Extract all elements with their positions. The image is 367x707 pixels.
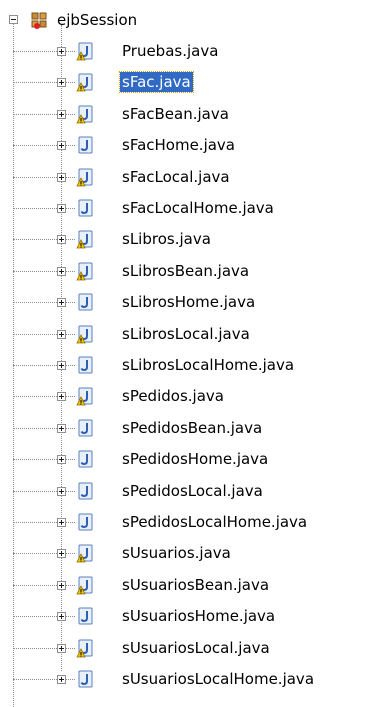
tree-node-file[interactable]: sLibros.java bbox=[0, 228, 367, 252]
tree-node-file[interactable]: sUsuariosBean.java bbox=[0, 574, 367, 598]
expand-toggle[interactable] bbox=[57, 141, 66, 150]
java-file-icon bbox=[78, 450, 93, 468]
file-label[interactable]: sUsuariosLocalHome.java bbox=[120, 669, 316, 689]
tree-node-file[interactable]: sPedidosLocalHome.java bbox=[0, 511, 367, 535]
expand-toggle[interactable] bbox=[57, 424, 66, 433]
file-label[interactable]: Pruebas.java bbox=[120, 41, 220, 61]
java-file-icon bbox=[76, 544, 93, 563]
java-file-icon bbox=[78, 513, 93, 531]
expand-toggle[interactable] bbox=[57, 455, 66, 464]
tree-node-file[interactable]: sUsuariosHome.java bbox=[0, 605, 367, 629]
tree-node-file[interactable]: sPedidosBean.java bbox=[0, 417, 367, 441]
expand-toggle[interactable] bbox=[57, 675, 66, 684]
file-label[interactable]: sLibrosHome.java bbox=[120, 292, 257, 312]
tree-node-file[interactable]: sUsuariosLocal.java bbox=[0, 637, 367, 661]
file-label[interactable]: sFacLocal.java bbox=[120, 167, 232, 187]
tree-node-file[interactable]: sFacHome.java bbox=[0, 134, 367, 158]
tree-node-file[interactable]: sPedidos.java bbox=[0, 385, 367, 409]
expand-toggle[interactable] bbox=[57, 518, 66, 527]
expand-toggle[interactable] bbox=[57, 612, 66, 621]
tree-node-file[interactable]: sFacBean.java bbox=[0, 103, 367, 127]
file-label[interactable]: sFac.java bbox=[119, 71, 194, 93]
file-label[interactable]: sLibrosLocal.java bbox=[120, 324, 252, 344]
tree-node-file[interactable]: sPedidosHome.java bbox=[0, 448, 367, 472]
expand-toggle[interactable] bbox=[57, 487, 66, 496]
package-icon bbox=[31, 12, 47, 29]
java-file-icon bbox=[78, 199, 93, 217]
expand-toggle[interactable] bbox=[57, 47, 66, 56]
file-label[interactable]: sLibros.java bbox=[120, 229, 213, 249]
file-label[interactable]: sLibrosBean.java bbox=[120, 261, 251, 281]
java-file-icon bbox=[78, 136, 93, 154]
file-label[interactable]: sPedidosLocalHome.java bbox=[120, 512, 309, 532]
java-file-icon bbox=[78, 293, 93, 311]
file-label[interactable]: sPedidosBean.java bbox=[120, 418, 264, 438]
java-file-icon bbox=[76, 576, 93, 595]
tree-node-file[interactable]: sLibrosLocal.java bbox=[0, 323, 367, 347]
tree-node-file[interactable]: sUsuariosLocalHome.java bbox=[0, 668, 367, 692]
file-label[interactable]: sFacHome.java bbox=[120, 135, 237, 155]
file-label[interactable]: sFacBean.java bbox=[120, 104, 231, 124]
java-file-icon bbox=[76, 73, 93, 92]
file-label[interactable]: sPedidosLocal.java bbox=[120, 481, 265, 501]
java-file-icon bbox=[76, 325, 93, 344]
file-label[interactable]: sFacLocalHome.java bbox=[120, 198, 276, 218]
tree-node-file[interactable]: sFacLocal.java bbox=[0, 166, 367, 190]
java-file-icon bbox=[76, 105, 93, 124]
file-label[interactable]: sUsuariosBean.java bbox=[120, 575, 271, 595]
expand-toggle[interactable] bbox=[57, 267, 66, 276]
java-file-icon bbox=[76, 230, 93, 249]
tree-node-file[interactable]: sPedidosLocal.java bbox=[0, 480, 367, 504]
expand-toggle[interactable] bbox=[57, 173, 66, 182]
java-file-icon bbox=[78, 419, 93, 437]
java-file-icon bbox=[78, 607, 93, 625]
expand-toggle[interactable] bbox=[57, 78, 66, 87]
tree-node-package[interactable]: ejbSession bbox=[0, 8, 367, 32]
java-file-icon bbox=[78, 482, 93, 500]
java-file-icon bbox=[76, 42, 93, 61]
file-label[interactable]: sUsuarios.java bbox=[120, 543, 233, 563]
java-file-icon bbox=[78, 670, 93, 688]
tree-node-file[interactable]: sLibrosBean.java bbox=[0, 260, 367, 284]
expand-toggle[interactable] bbox=[57, 235, 66, 244]
java-file-icon bbox=[76, 639, 93, 658]
expand-toggle[interactable] bbox=[57, 644, 66, 653]
collapse-toggle[interactable] bbox=[9, 15, 18, 24]
expand-toggle[interactable] bbox=[57, 549, 66, 558]
java-file-icon bbox=[76, 262, 93, 281]
expand-toggle[interactable] bbox=[57, 392, 66, 401]
expand-toggle[interactable] bbox=[57, 581, 66, 590]
tree-node-file[interactable]: sLibrosLocalHome.java bbox=[0, 354, 367, 378]
file-label[interactable]: sPedidosHome.java bbox=[120, 449, 270, 469]
tree-node-file[interactable]: sFac.java bbox=[0, 71, 367, 95]
file-label[interactable]: sUsuariosHome.java bbox=[120, 606, 277, 626]
tree-node-file[interactable]: Pruebas.java bbox=[0, 40, 367, 64]
tree-node-file[interactable]: sUsuarios.java bbox=[0, 542, 367, 566]
file-label[interactable]: sPedidos.java bbox=[120, 386, 226, 406]
expand-toggle[interactable] bbox=[57, 298, 66, 307]
java-file-icon bbox=[76, 387, 93, 406]
expand-toggle[interactable] bbox=[57, 330, 66, 339]
expand-toggle[interactable] bbox=[57, 110, 66, 119]
file-label[interactable]: sUsuariosLocal.java bbox=[120, 638, 272, 658]
tree-node-file[interactable]: sLibrosHome.java bbox=[0, 291, 367, 315]
package-label[interactable]: ejbSession bbox=[55, 10, 139, 30]
java-file-icon bbox=[76, 168, 93, 187]
file-label[interactable]: sLibrosLocalHome.java bbox=[120, 355, 296, 375]
java-file-icon bbox=[78, 356, 93, 374]
expand-toggle[interactable] bbox=[57, 204, 66, 213]
package-explorer-tree: ejbSession Pruebas.java sFac.java sFacBe… bbox=[0, 0, 367, 707]
expand-toggle[interactable] bbox=[57, 361, 66, 370]
tree-node-file[interactable]: sFacLocalHome.java bbox=[0, 197, 367, 221]
